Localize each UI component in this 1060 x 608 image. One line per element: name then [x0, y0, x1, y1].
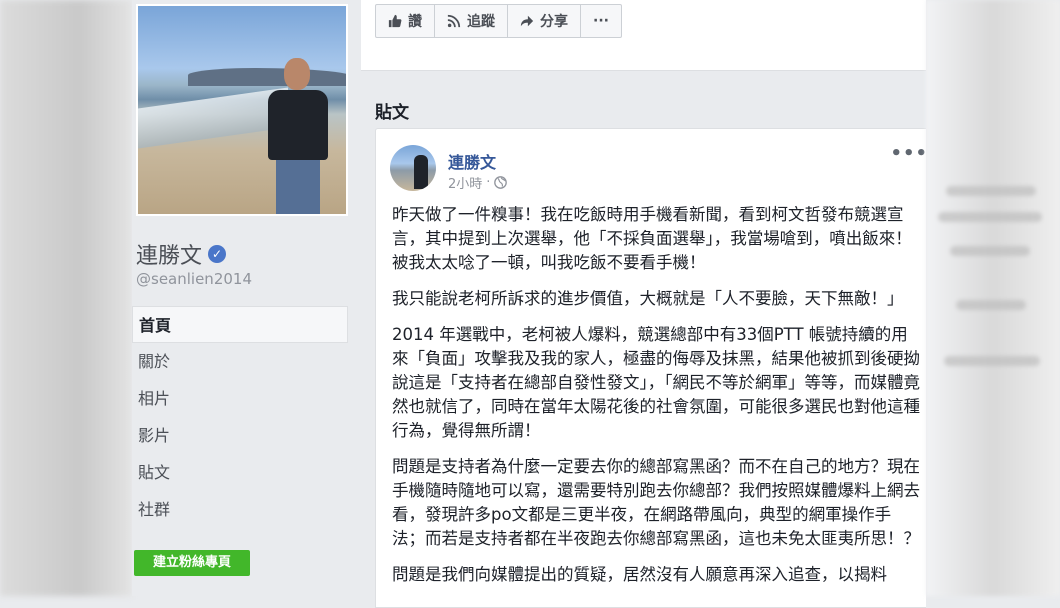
- post-author[interactable]: 連勝文: [448, 149, 496, 173]
- post-meta: 2小時 ·: [448, 173, 508, 192]
- dot-separator: ·: [486, 175, 491, 190]
- post-paragraph: 昨天做了一件糗事！我在吃飯時用手機看新聞，看到柯文哲發布競選宣言，其中提到上次選…: [392, 205, 912, 272]
- nav-item-posts[interactable]: 貼文: [132, 454, 348, 491]
- page-name-row: 連勝文 ✓: [136, 238, 227, 270]
- post-time[interactable]: 2小時: [448, 173, 482, 192]
- like-button[interactable]: 讚: [376, 5, 435, 37]
- post-paragraph: 2014 年選戰中，老柯被人爆料，競選總部中有33個PTT 帳號持續的用來「負面…: [392, 325, 920, 440]
- more-actions-button[interactable]: ···: [581, 5, 621, 37]
- thumbs-up-icon: [388, 14, 402, 28]
- page-name[interactable]: 連勝文: [136, 238, 202, 270]
- post-card: 連勝文 2小時 · ••• 昨天做了一件糗事！我在吃飯時用手機看新聞，看到柯文哲…: [375, 128, 928, 608]
- follow-button[interactable]: 追蹤: [435, 5, 508, 37]
- rss-icon: [447, 14, 461, 28]
- blurred-left-edge: [0, 0, 132, 596]
- nav-item-videos[interactable]: 影片: [132, 417, 348, 454]
- page-handle: @seanlien2014: [136, 270, 252, 288]
- share-label: 分享: [540, 14, 568, 30]
- page-action-bar: 讚 追蹤 分享 ···: [375, 4, 622, 38]
- post-paragraph: 我只能說老柯所訴求的進步價值，大概就是「人不要臉，天下無敵！」: [392, 289, 904, 308]
- nav-item-photos[interactable]: 相片: [132, 380, 348, 417]
- more-icon: ···: [593, 13, 609, 29]
- nav-item-community[interactable]: 社群: [132, 491, 348, 528]
- posts-section-title: 貼文: [375, 103, 409, 123]
- nav-item-about[interactable]: 關於: [132, 343, 348, 380]
- verified-badge-icon: ✓: [208, 245, 227, 263]
- like-label: 讚: [408, 14, 422, 30]
- blurred-right-edge: [926, 0, 1060, 596]
- post-body: 昨天做了一件糗事！我在吃飯時用手機看新聞，看到柯文哲發布競選宣言，其中提到上次選…: [392, 203, 924, 599]
- globe-icon: [494, 176, 508, 189]
- post-paragraph: 問題是我們向媒體提出的質疑，居然沒有人願意再深入追查，以揭料: [392, 565, 887, 584]
- author-avatar[interactable]: [390, 145, 436, 191]
- main-column: 讚 追蹤 分享 ··· 貼文 連勝文 2小時 · ••• 昨天做了一件糗事！我在…: [361, 0, 927, 608]
- post-options-button[interactable]: •••: [890, 143, 928, 164]
- profile-picture[interactable]: [136, 4, 348, 216]
- nav-item-home[interactable]: 首頁: [132, 306, 348, 343]
- create-page-button[interactable]: 建立粉絲專頁: [134, 550, 250, 576]
- page-actions-card: 讚 追蹤 分享 ···: [361, 0, 926, 71]
- share-button[interactable]: 分享: [508, 5, 581, 37]
- share-arrow-icon: [520, 15, 534, 27]
- post-paragraph: 問題是支持者為什麼一定要去你的總部寫黑函？而不在自己的地方？現在手機隨時隨地可以…: [392, 457, 920, 548]
- follow-label: 追蹤: [467, 14, 495, 30]
- page-sidebar: 連勝文 ✓ @seanlien2014 首頁 關於 相片 影片 貼文 社群 建立…: [132, 0, 352, 596]
- page-nav: 首頁 關於 相片 影片 貼文 社群: [132, 306, 348, 528]
